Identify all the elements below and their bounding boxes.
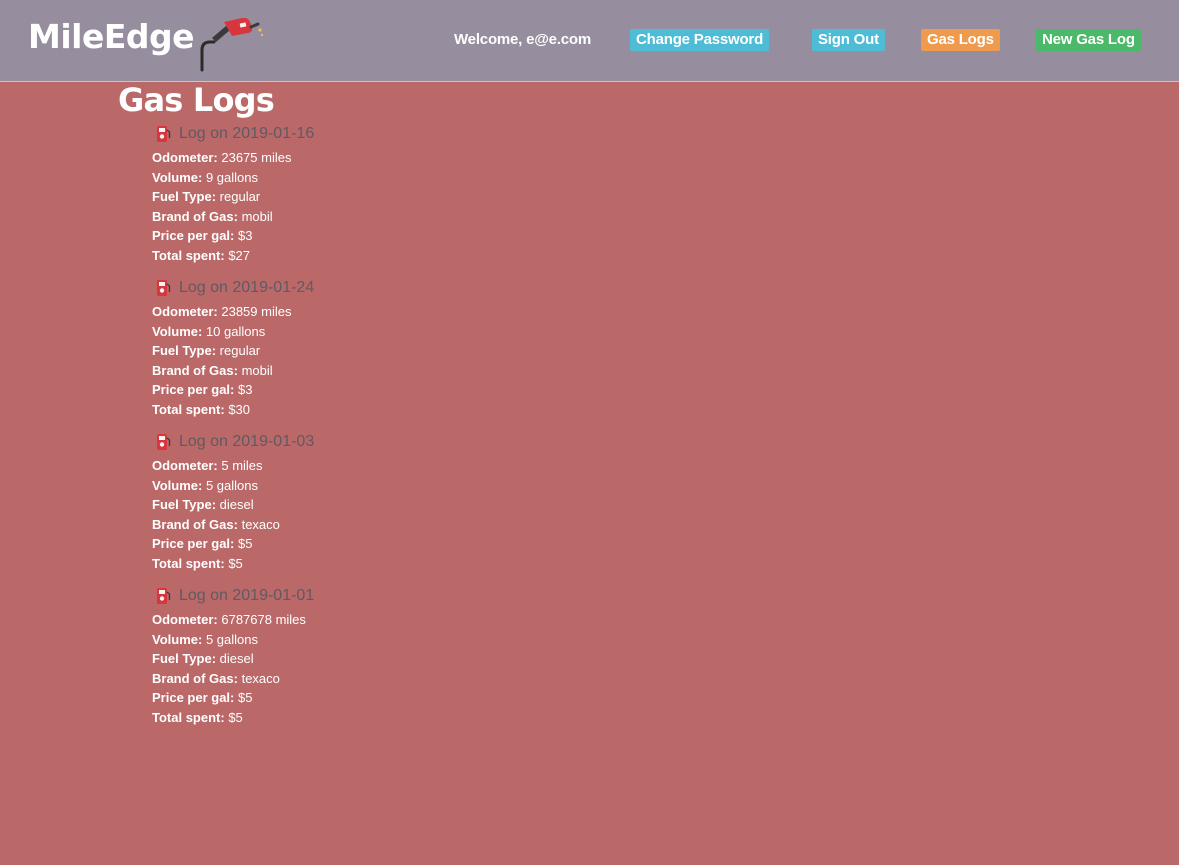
price-value: $3 bbox=[238, 228, 253, 243]
volume-label: Volume: bbox=[152, 631, 203, 647]
price-value: $5 bbox=[238, 690, 253, 705]
gas-logs-button[interactable]: Gas Logs bbox=[921, 29, 1000, 51]
odometer-field: Odometer: 6787678 miles bbox=[152, 610, 552, 630]
fuel-pump-nozzle-icon bbox=[200, 17, 264, 72]
fuel-pump-icon bbox=[157, 280, 171, 296]
odometer-field: Odometer: 23859 miles bbox=[152, 302, 552, 322]
gas-brand-field: Brand of Gas: mobil bbox=[152, 207, 552, 227]
odometer-label: Odometer: bbox=[152, 458, 218, 473]
gas-brand-field: Brand of Gas: texaco bbox=[152, 669, 552, 689]
odometer-label: Odometer: bbox=[152, 612, 218, 627]
price-field: Price per gal: $3 bbox=[152, 380, 552, 400]
gas-brand-field: Brand of Gas: mobil bbox=[152, 361, 552, 381]
price-label: Price per gal: bbox=[152, 382, 235, 397]
fuel-pump-icon bbox=[157, 434, 171, 450]
volume-label: Volume: bbox=[152, 477, 203, 493]
odometer-value: 5 miles bbox=[221, 458, 263, 473]
total-spent-value: $27 bbox=[228, 247, 251, 263]
total-spent-label: Total spent: bbox=[152, 401, 225, 417]
page-title: Gas Logs bbox=[118, 81, 275, 119]
volume-field: Volume: 9 gallons bbox=[152, 168, 552, 188]
gas-log-header[interactable]: Log on 2019-01-03 bbox=[155, 428, 552, 456]
welcome-text: Welcome, e@e.com bbox=[454, 31, 592, 48]
gas-log-header[interactable]: Log on 2019-01-01 bbox=[155, 582, 552, 610]
gas-log-header[interactable]: Log on 2019-01-24 bbox=[155, 274, 552, 302]
fuel-type-field: Fuel Type: diesel bbox=[152, 649, 552, 669]
total-spent-value: $5 bbox=[228, 709, 243, 725]
fuel-type-label: Fuel Type: bbox=[152, 343, 217, 358]
total-spent-field: Total spent: $30 bbox=[152, 400, 552, 420]
gas-brand-label: Brand of Gas: bbox=[152, 516, 238, 532]
price-label: Price per gal: bbox=[152, 690, 235, 705]
gas-brand-value: texaco bbox=[241, 516, 280, 532]
price-field: Price per gal: $5 bbox=[152, 534, 552, 554]
gas-brand-label: Brand of Gas: bbox=[152, 362, 238, 378]
gas-brand-value: mobil bbox=[241, 208, 273, 224]
odometer-label: Odometer: bbox=[152, 304, 218, 319]
fuel-type-field: Fuel Type: regular bbox=[152, 341, 552, 361]
fuel-type-label: Fuel Type: bbox=[152, 651, 217, 666]
odometer-value: 6787678 miles bbox=[221, 612, 306, 627]
fuel-type-label: Fuel Type: bbox=[152, 497, 217, 512]
fuel-pump-icon bbox=[157, 126, 171, 142]
price-value: $3 bbox=[238, 382, 253, 397]
fuel-pump-icon bbox=[157, 588, 171, 604]
gas-brand-label: Brand of Gas: bbox=[152, 208, 238, 224]
volume-value: 10 gallons bbox=[205, 323, 266, 339]
total-spent-label: Total spent: bbox=[152, 555, 225, 571]
total-spent-field: Total spent: $5 bbox=[152, 708, 552, 728]
new-gas-log-button[interactable]: New Gas Log bbox=[1036, 29, 1141, 51]
navbar: MileEdge Welcome, e@e.com Change Passwor… bbox=[0, 0, 1179, 82]
total-spent-label: Total spent: bbox=[152, 709, 225, 725]
gas-log-entry: Log on 2019-01-24 Odometer: 23859 miles … bbox=[152, 274, 552, 428]
total-spent-label: Total spent: bbox=[152, 247, 225, 263]
total-spent-value: $30 bbox=[228, 401, 251, 417]
total-spent-field: Total spent: $5 bbox=[152, 554, 552, 574]
gas-log-title: Log on 2019-01-16 bbox=[179, 125, 315, 142]
volume-label: Volume: bbox=[152, 169, 203, 185]
volume-label: Volume: bbox=[152, 323, 203, 339]
volume-value: 5 gallons bbox=[205, 631, 258, 647]
price-value: $5 bbox=[238, 536, 253, 551]
gas-log-entry: Log on 2019-01-16 Odometer: 23675 miles … bbox=[152, 120, 552, 274]
volume-field: Volume: 5 gallons bbox=[152, 630, 552, 650]
fuel-type-field: Fuel Type: regular bbox=[152, 187, 552, 207]
price-label: Price per gal: bbox=[152, 228, 235, 243]
gas-log-title: Log on 2019-01-24 bbox=[179, 279, 315, 296]
total-spent-field: Total spent: $27 bbox=[152, 246, 552, 266]
fuel-type-value: regular bbox=[219, 343, 261, 358]
gas-log-title: Log on 2019-01-01 bbox=[179, 587, 315, 604]
price-label: Price per gal: bbox=[152, 536, 235, 551]
change-password-button[interactable]: Change Password bbox=[630, 29, 770, 51]
volume-field: Volume: 5 gallons bbox=[152, 476, 552, 496]
odometer-value: 23859 miles bbox=[221, 304, 292, 319]
gas-log-entry: Log on 2019-01-03 Odometer: 5 miles Volu… bbox=[152, 428, 552, 582]
fuel-type-field: Fuel Type: diesel bbox=[152, 495, 552, 515]
sign-out-button[interactable]: Sign Out bbox=[812, 29, 885, 51]
fuel-type-label: Fuel Type: bbox=[152, 189, 217, 204]
odometer-label: Odometer: bbox=[152, 150, 218, 165]
gas-brand-value: mobil bbox=[241, 362, 273, 378]
fuel-type-value: diesel bbox=[219, 651, 254, 666]
gas-log-header[interactable]: Log on 2019-01-16 bbox=[155, 120, 552, 148]
price-field: Price per gal: $5 bbox=[152, 688, 552, 708]
gas-log-list: Log on 2019-01-16 Odometer: 23675 miles … bbox=[152, 120, 552, 736]
odometer-value: 23675 miles bbox=[221, 150, 292, 165]
volume-value: 9 gallons bbox=[205, 169, 258, 185]
gas-brand-value: texaco bbox=[241, 670, 280, 686]
gas-brand-field: Brand of Gas: texaco bbox=[152, 515, 552, 535]
fuel-type-value: diesel bbox=[219, 497, 254, 512]
odometer-field: Odometer: 23675 miles bbox=[152, 148, 552, 168]
gas-log-entry: Log on 2019-01-01 Odometer: 6787678 mile… bbox=[152, 582, 552, 736]
brand-logo[interactable]: MileEdge bbox=[28, 17, 195, 57]
fuel-type-value: regular bbox=[219, 189, 261, 204]
total-spent-value: $5 bbox=[228, 555, 243, 571]
gas-log-title: Log on 2019-01-03 bbox=[179, 433, 315, 450]
odometer-field: Odometer: 5 miles bbox=[152, 456, 552, 476]
gas-brand-label: Brand of Gas: bbox=[152, 670, 238, 686]
volume-value: 5 gallons bbox=[205, 477, 258, 493]
price-field: Price per gal: $3 bbox=[152, 226, 552, 246]
volume-field: Volume: 10 gallons bbox=[152, 322, 552, 342]
